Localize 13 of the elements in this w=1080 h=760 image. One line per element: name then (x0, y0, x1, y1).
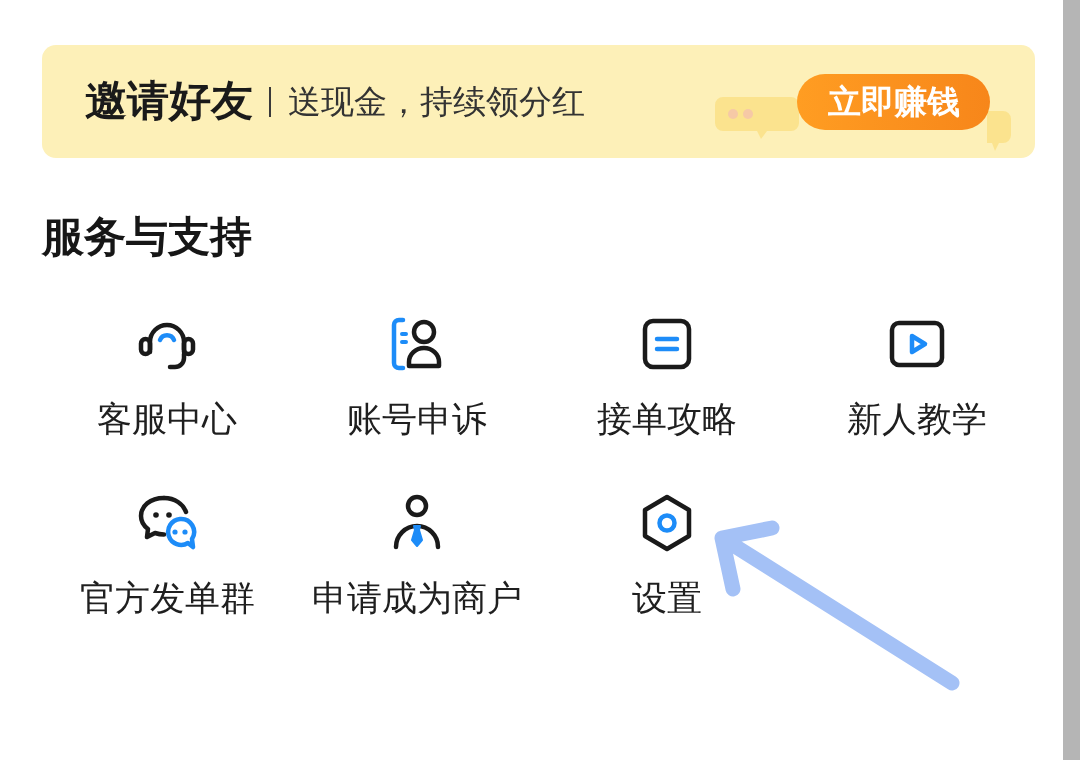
banner-subtitle: 送现金，持续领分红 (288, 81, 585, 122)
section-title: 服务与支持 (42, 212, 253, 262)
service-label[interactable]: 接单攻略 (597, 398, 737, 441)
service-label[interactable]: 设置 (632, 577, 702, 620)
service-label[interactable]: 官方发单群 (79, 577, 255, 620)
scrollbar[interactable] (1063, 0, 1080, 760)
service-label[interactable]: 新人教学 (847, 398, 987, 441)
banner-title: 邀请好友 (85, 76, 253, 127)
service-label[interactable]: 申请成为商户 (312, 577, 522, 620)
service-label[interactable]: 账号申诉 (347, 398, 487, 441)
speech-bubble-icon (987, 111, 1011, 151)
speech-bubble-icon (715, 97, 799, 139)
service-label[interactable]: 客服中心 (97, 398, 237, 441)
